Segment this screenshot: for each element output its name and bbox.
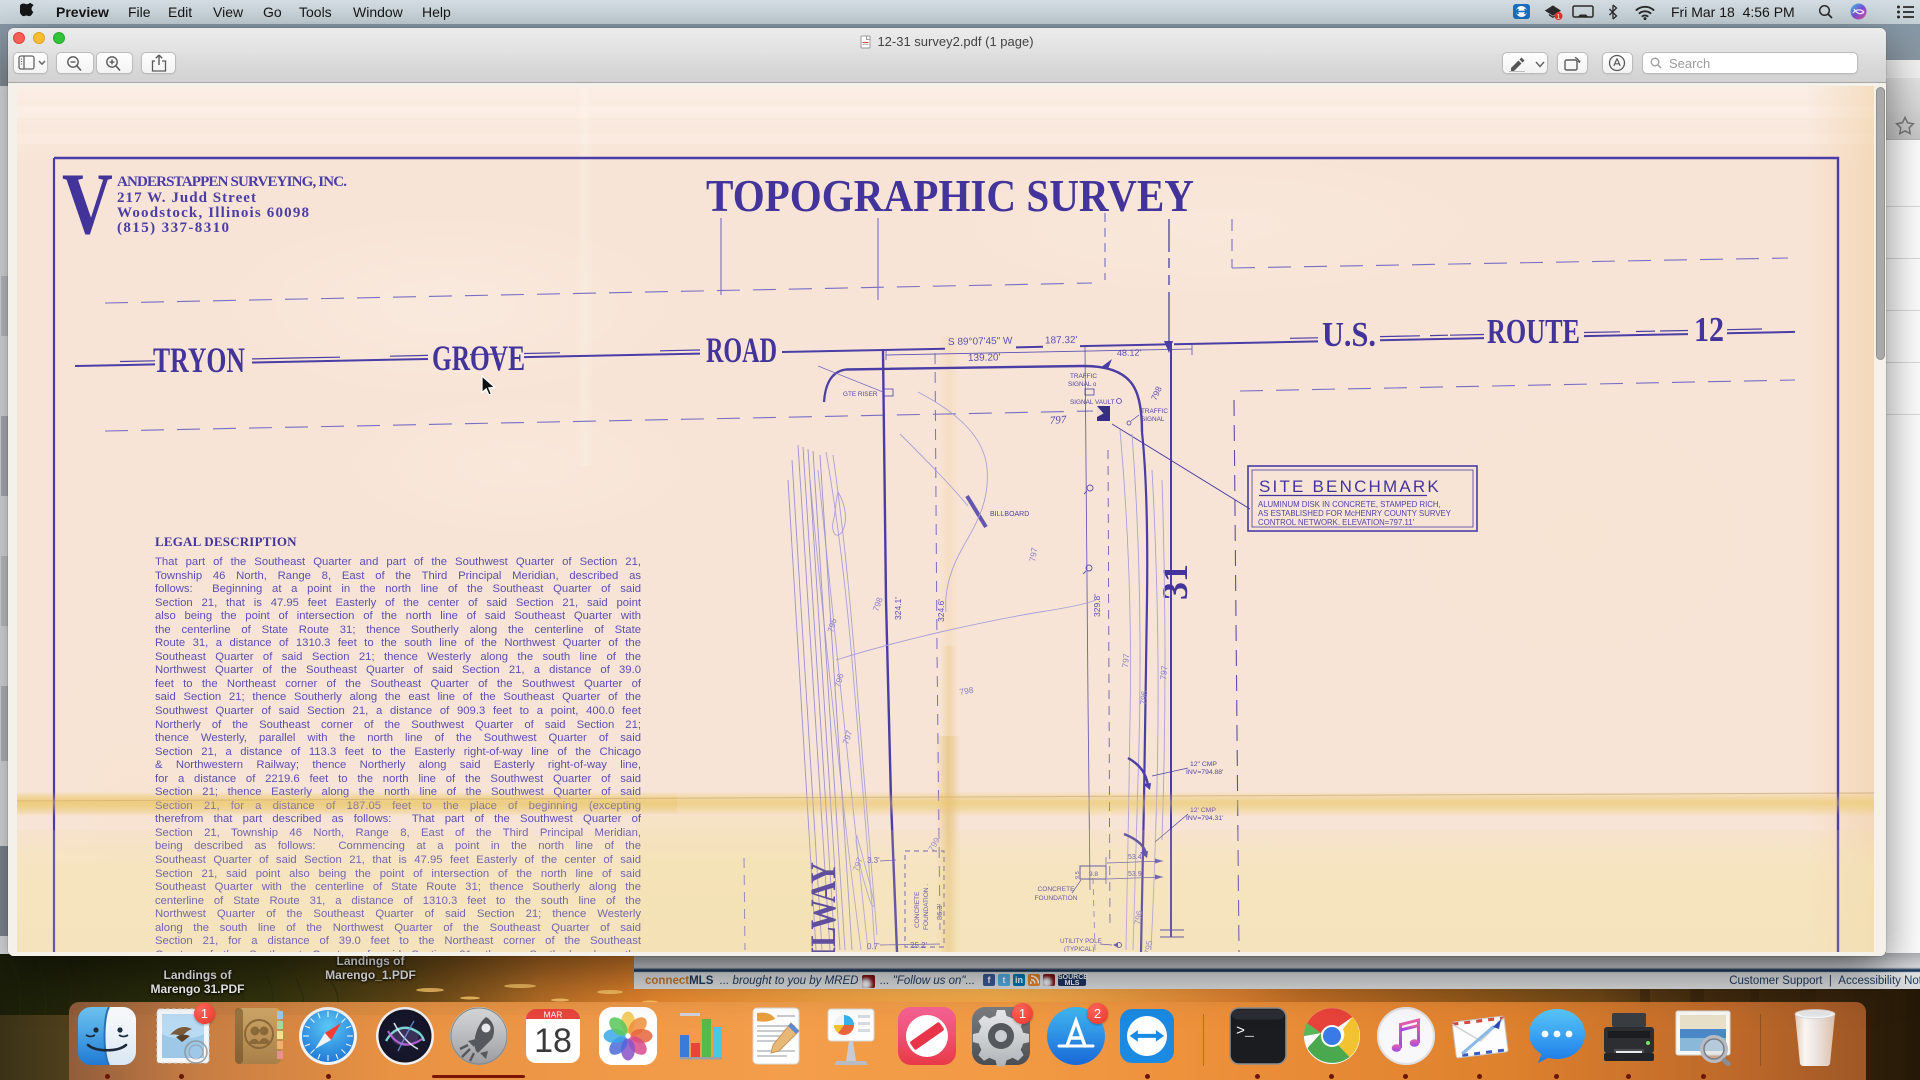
svg-text:797: 797 [1027, 546, 1039, 562]
svg-text:>_: >_ [1236, 1023, 1255, 1040]
svg-text:329.8': 329.8' [1092, 594, 1102, 617]
svg-text:31: 31 [1155, 564, 1195, 600]
svg-text:S 89°07'45" W: S 89°07'45" W [948, 336, 1013, 348]
svg-text:U.S.: U.S. [1322, 315, 1376, 354]
svg-text:798: 798 [1149, 385, 1164, 402]
svg-text:798: 798 [959, 685, 975, 697]
svg-text:ROAD: ROAD [706, 330, 777, 370]
svg-text:139.20': 139.20' [968, 352, 1001, 364]
svg-text:CONTROL NETWORK. ELEVATION=797: CONTROL NETWORK. ELEVATION=797.11' [1258, 518, 1415, 527]
svg-text:324.6': 324.6' [936, 599, 946, 622]
svg-text:GROVE: GROVE [432, 338, 525, 378]
svg-text:797: 797 [840, 729, 854, 746]
svg-text:217 W. Judd Street: 217 W. Judd Street [117, 190, 256, 206]
svg-text:TOPOGRAPHIC SURVEY: TOPOGRAPHIC SURVEY [706, 170, 1194, 221]
svg-text:12" CMP: 12" CMP [1190, 761, 1217, 768]
svg-text:AS ESTABLISHED FOR McHENRY COU: AS ESTABLISHED FOR McHENRY COUNTY SURVEY [1258, 509, 1452, 518]
svg-text:SIGNAL: SIGNAL [1141, 416, 1165, 423]
svg-text:BILLBOARD: BILLBOARD [990, 511, 1029, 518]
svg-text:48.12': 48.12' [1117, 347, 1142, 358]
svg-text:SIGNAL VAULT: SIGNAL VAULT [1070, 399, 1115, 406]
svg-text:18: 18 [534, 1022, 572, 1060]
svg-text:12: 12 [1694, 310, 1724, 349]
svg-text:796: 796 [1138, 690, 1149, 705]
svg-text:795: 795 [825, 617, 838, 634]
svg-text:TRAFFIC: TRAFFIC [1141, 408, 1168, 415]
svg-text:GTE RISER: GTE RISER [843, 391, 878, 398]
svg-text:INV=794.88': INV=794.88' [1186, 769, 1223, 776]
svg-text:V: V [62, 156, 113, 253]
svg-text:INV=794.31': INV=794.31' [1186, 815, 1223, 822]
svg-text:TRYON: TRYON [153, 340, 245, 380]
svg-text:1: 1 [1557, 14, 1561, 20]
svg-text:LEGAL DESCRIPTION: LEGAL DESCRIPTION [155, 534, 297, 549]
svg-text:797: 797 [1049, 414, 1067, 427]
svg-text:SITE BENCHMARK: SITE BENCHMARK [1259, 477, 1441, 496]
svg-text:Woodstock, Illinois 60098: Woodstock, Illinois 60098 [117, 205, 309, 221]
svg-text:MAR: MAR [544, 1010, 563, 1020]
svg-text:(815) 337-8310: (815) 337-8310 [117, 220, 229, 236]
svg-text:797: 797 [1158, 665, 1169, 680]
svg-text:SIGNAL o: SIGNAL o [1068, 381, 1097, 388]
svg-text:324.1': 324.1' [893, 597, 903, 620]
svg-text:187.32': 187.32' [1045, 335, 1078, 347]
svg-text:798: 798 [870, 596, 884, 613]
svg-text:TRAFFIC: TRAFFIC [1070, 373, 1097, 380]
svg-text:797: 797 [1120, 653, 1131, 668]
svg-text:ROUTE: ROUTE [1487, 312, 1580, 351]
svg-text:ALUMINUM DISK IN CONCRETE, STA: ALUMINUM DISK IN CONCRETE, STAMPED RICH, [1258, 500, 1441, 509]
svg-text:ANDERSTAPPEN SURVEYING, INC.: ANDERSTAPPEN SURVEYING, INC. [117, 174, 347, 190]
